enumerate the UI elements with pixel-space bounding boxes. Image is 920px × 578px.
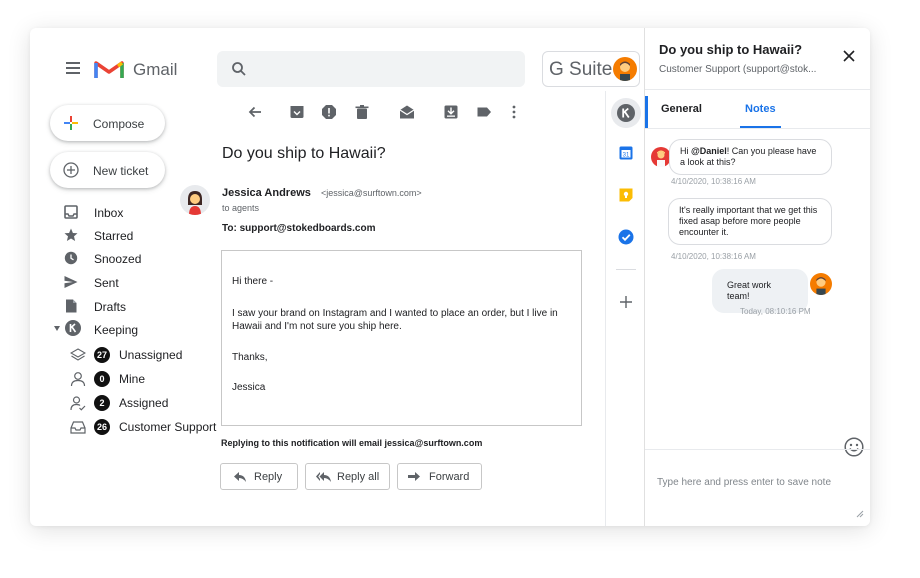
keep-icon[interactable] [619, 188, 633, 202]
inbox-icon [64, 205, 78, 219]
note-bubble: It's really important that we get this f… [668, 198, 832, 245]
reply-all-icon [316, 472, 331, 482]
sender-avatar [180, 185, 210, 215]
nav-label: Mine [119, 372, 146, 386]
note-timestamp: 4/10/2020, 10:38:16 AM [671, 177, 756, 186]
star-icon [64, 228, 78, 241]
tray-icon [70, 421, 86, 434]
send-icon [64, 276, 78, 288]
nav-label: Snoozed [94, 252, 142, 266]
reply-label: Reply [254, 471, 283, 483]
to-address: To: support@stokedboards.com [222, 223, 376, 234]
reply-all-label: Reply all [337, 471, 380, 483]
compose-button[interactable]: Compose [50, 105, 165, 141]
add-circle-icon [63, 162, 79, 178]
search-icon [231, 61, 247, 82]
nav-label: Inbox [94, 206, 124, 220]
count-badge: 26 [94, 419, 110, 435]
count-badge: 0 [94, 371, 110, 387]
body-line: I saw your brand on Instagram and I want… [232, 308, 558, 332]
sender-email: <jessica@surftown.com> [321, 188, 422, 198]
keeping-icon [65, 320, 81, 336]
tab-notes[interactable]: Notes [745, 103, 776, 115]
body-line: Jessica [232, 382, 266, 393]
forward-icon [408, 472, 420, 481]
mention[interactable]: @Daniel [691, 146, 727, 156]
compose-label: Compose [93, 117, 145, 131]
app-window: Gmail G Suite Compose New ticket Inbox S… [30, 28, 870, 526]
assigned-icon [70, 396, 86, 411]
draft-icon [66, 299, 77, 313]
panel-title: Do you ship to Hawaii? [659, 42, 803, 57]
layers-icon [70, 348, 86, 361]
gsuite-label: G Suite [549, 59, 613, 80]
calendar-icon[interactable]: 31 [619, 146, 633, 160]
caret-down-icon[interactable] [54, 326, 60, 331]
reply-note: Replying to this notification will email… [221, 438, 483, 448]
message-body: Hi there - I saw your brand on Instagram… [221, 250, 582, 426]
trash-icon[interactable] [354, 104, 370, 120]
new-ticket-label: New ticket [93, 164, 149, 178]
email-subject: Do you ship to Hawaii? [222, 145, 386, 162]
account-avatar[interactable] [613, 57, 637, 81]
gsuite-account[interactable]: G Suite [542, 51, 640, 87]
mark-unread-icon[interactable] [399, 104, 415, 120]
tabs-divider [645, 128, 870, 129]
nav-label: Starred [94, 229, 134, 243]
my-avatar [810, 273, 832, 295]
forward-label: Forward [429, 471, 470, 483]
tab-general[interactable]: General [661, 103, 702, 115]
nav-label: Unassigned [119, 348, 183, 362]
sender-name: Jessica Andrews [222, 187, 311, 199]
strip-separator [616, 269, 636, 270]
person-icon [70, 372, 86, 387]
panel-divider [645, 89, 870, 90]
resize-handle-icon[interactable] [856, 510, 864, 518]
keeping-icon [617, 104, 635, 122]
notes-panel: Do you ship to Hawaii? Customer Support … [644, 28, 870, 526]
note-timestamp: Today, 08:10:16 PM [740, 307, 811, 316]
body-line: Thanks, [232, 352, 268, 363]
clock-icon [64, 251, 78, 265]
tasks-icon[interactable] [618, 229, 634, 245]
forward-button[interactable]: Forward [397, 463, 482, 490]
plus-icon [64, 116, 78, 130]
gmail-logo-icon [94, 58, 124, 85]
reply-all-button[interactable]: Reply all [305, 463, 390, 490]
nav-label: Sent [94, 276, 119, 290]
reply-icon [234, 472, 246, 482]
nav-label: Customer Support [119, 420, 217, 434]
nav-label: Keeping [94, 323, 139, 337]
nav-label: Drafts [94, 300, 127, 314]
close-icon[interactable] [843, 50, 855, 62]
body-line: Hi there - [232, 276, 274, 287]
more-vert-icon[interactable] [506, 104, 522, 120]
move-to-icon[interactable] [443, 104, 459, 120]
app-title: Gmail [133, 60, 178, 79]
note-input[interactable]: Type here and press enter to save note [657, 477, 831, 488]
note-timestamp: 4/10/2020, 10:38:16 AM [671, 252, 756, 261]
note-bubble: Hi @Daniel! Can you please have a look a… [669, 139, 832, 175]
recipient-label: to agents [222, 203, 260, 213]
search-input[interactable] [217, 51, 525, 87]
count-badge: 2 [94, 395, 110, 411]
reply-button[interactable]: Reply [220, 463, 298, 490]
menu-icon[interactable] [66, 62, 80, 74]
keeping-addon-button[interactable] [611, 98, 641, 128]
svg-text:31: 31 [623, 153, 630, 159]
input-divider [645, 449, 870, 450]
count-badge: 27 [94, 347, 110, 363]
back-arrow-icon[interactable] [247, 104, 263, 120]
side-strip-divider [605, 91, 606, 526]
note-author-avatar [651, 147, 671, 167]
report-spam-icon[interactable] [321, 104, 337, 120]
nav-label: Assigned [119, 396, 169, 410]
add-addon-icon[interactable] [620, 296, 632, 308]
new-ticket-button[interactable]: New ticket [50, 152, 165, 188]
archive-icon[interactable] [289, 104, 305, 120]
label-icon[interactable] [476, 104, 492, 120]
tab-indicator [645, 96, 648, 128]
panel-subtitle: Customer Support (support@stok... [659, 64, 817, 75]
emoji-icon[interactable] [844, 437, 864, 457]
